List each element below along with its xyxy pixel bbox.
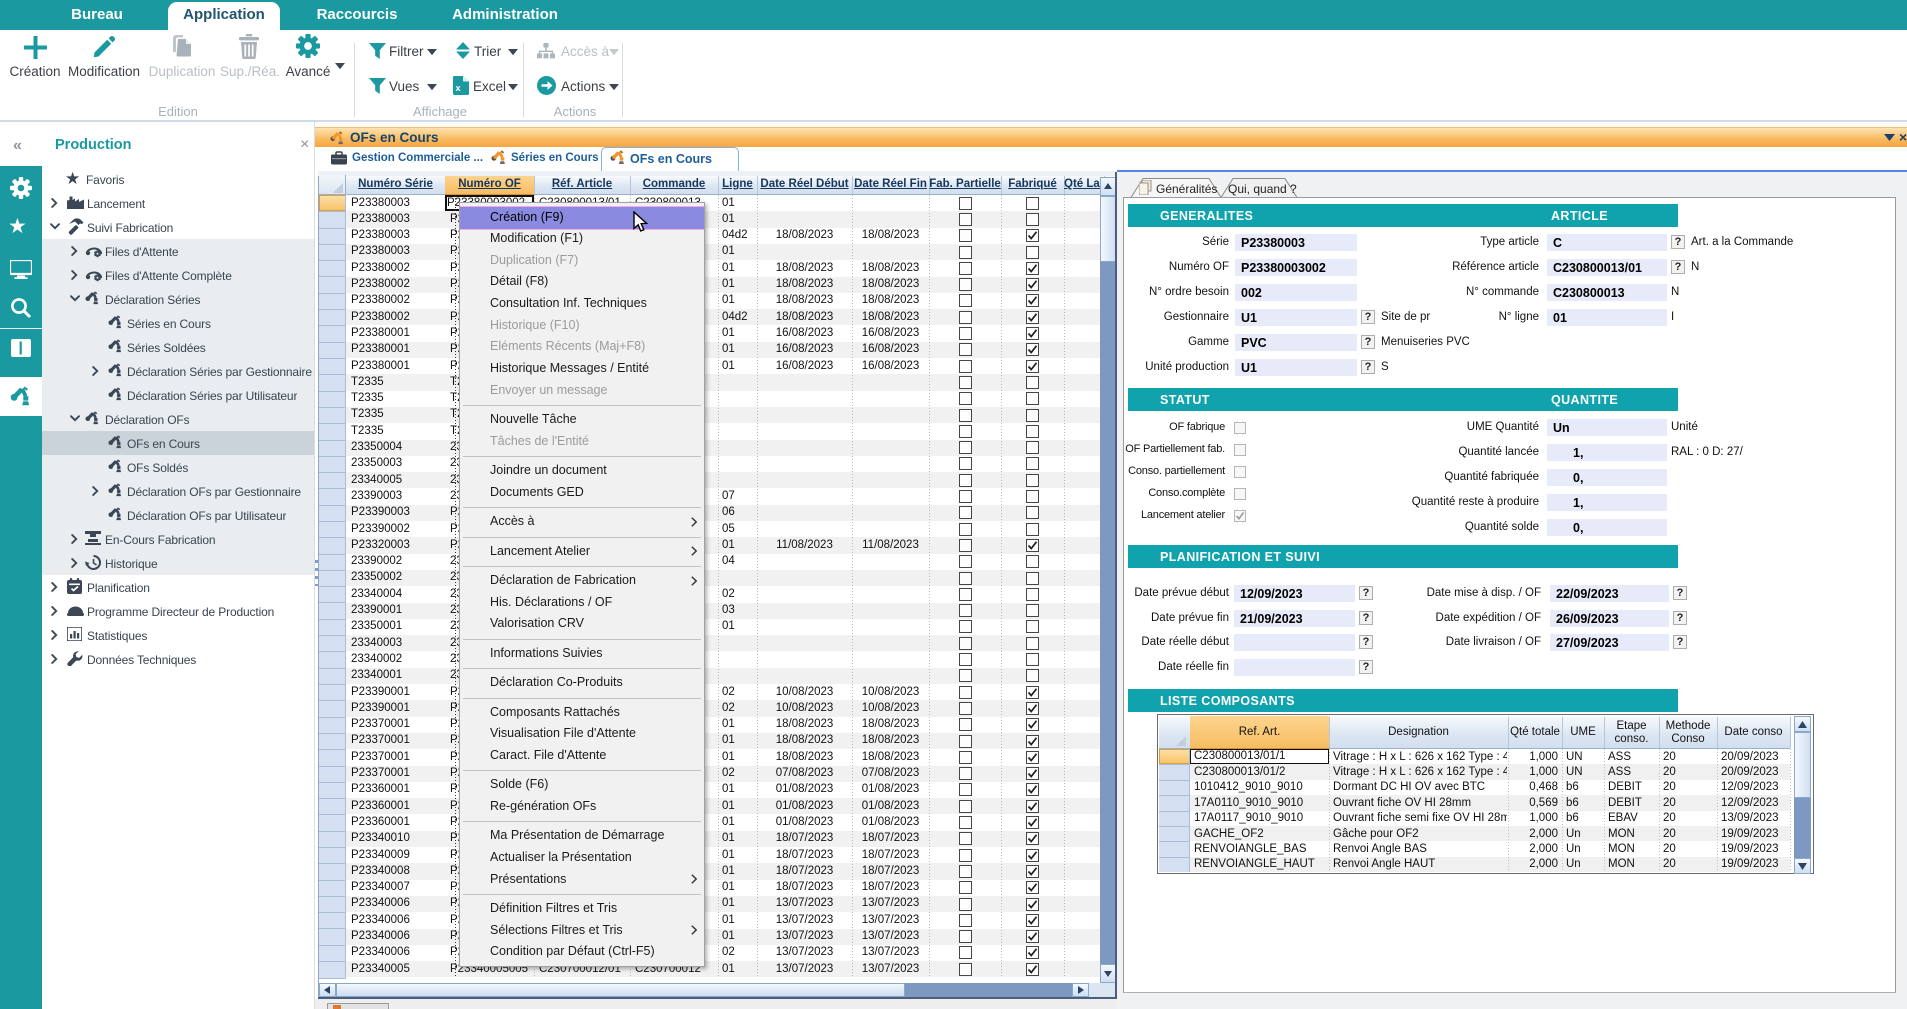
svg-text:x: x: [455, 83, 461, 94]
